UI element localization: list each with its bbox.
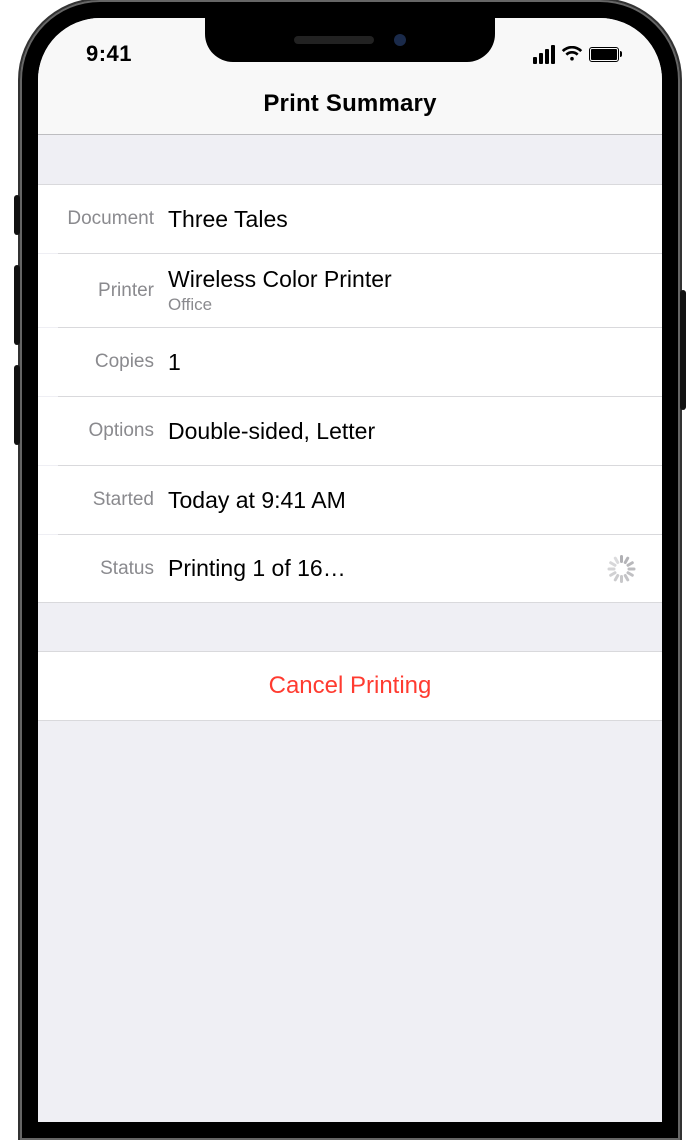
status-icons	[533, 45, 633, 64]
cancel-row[interactable]: Cancel Printing	[38, 651, 662, 721]
row-document: Document Three Tales	[38, 185, 662, 253]
side-button	[680, 290, 686, 410]
row-printer: Printer Wireless Color Printer Office	[38, 254, 662, 327]
row-document-value: Three Tales	[168, 206, 642, 233]
row-started: Started Today at 9:41 AM	[38, 466, 662, 534]
row-options-value: Double-sided, Letter	[168, 418, 642, 445]
page-title: Print Summary	[38, 90, 662, 118]
printer-name: Wireless Color Printer	[168, 266, 642, 293]
navigation-bar: Print Summary	[38, 76, 662, 135]
phone-frame: 9:41 Print Summary Document Three Tal	[20, 0, 680, 1140]
row-status-value: Printing 1 of 16…	[168, 555, 606, 582]
volume-down-button	[14, 365, 20, 445]
row-printer-value: Wireless Color Printer Office	[168, 266, 642, 315]
table-header-spacer	[38, 135, 662, 185]
row-status-label: Status	[38, 558, 168, 580]
wifi-icon	[561, 46, 583, 62]
printer-location: Office	[168, 295, 642, 315]
row-document-label: Document	[38, 208, 168, 230]
row-started-label: Started	[38, 489, 168, 511]
row-copies: Copies 1	[38, 328, 662, 396]
status-time: 9:41	[68, 41, 132, 67]
spinner-icon	[606, 555, 634, 583]
group-gap	[38, 603, 662, 651]
screen: 9:41 Print Summary Document Three Tal	[38, 18, 662, 1122]
row-started-value: Today at 9:41 AM	[168, 487, 642, 514]
volume-up-button	[14, 265, 20, 345]
row-status: Status Printing 1 of 16…	[38, 535, 662, 603]
battery-icon	[589, 47, 623, 62]
row-copies-value: 1	[168, 349, 642, 376]
notch	[205, 18, 495, 62]
row-printer-label: Printer	[38, 280, 168, 302]
cellular-icon	[533, 45, 555, 64]
earpiece-speaker	[294, 36, 374, 44]
row-options: Options Double-sided, Letter	[38, 397, 662, 465]
front-camera	[394, 34, 406, 46]
mute-switch	[14, 195, 20, 235]
row-copies-label: Copies	[38, 351, 168, 373]
row-options-label: Options	[38, 420, 168, 442]
cancel-printing-button[interactable]: Cancel Printing	[269, 672, 432, 700]
